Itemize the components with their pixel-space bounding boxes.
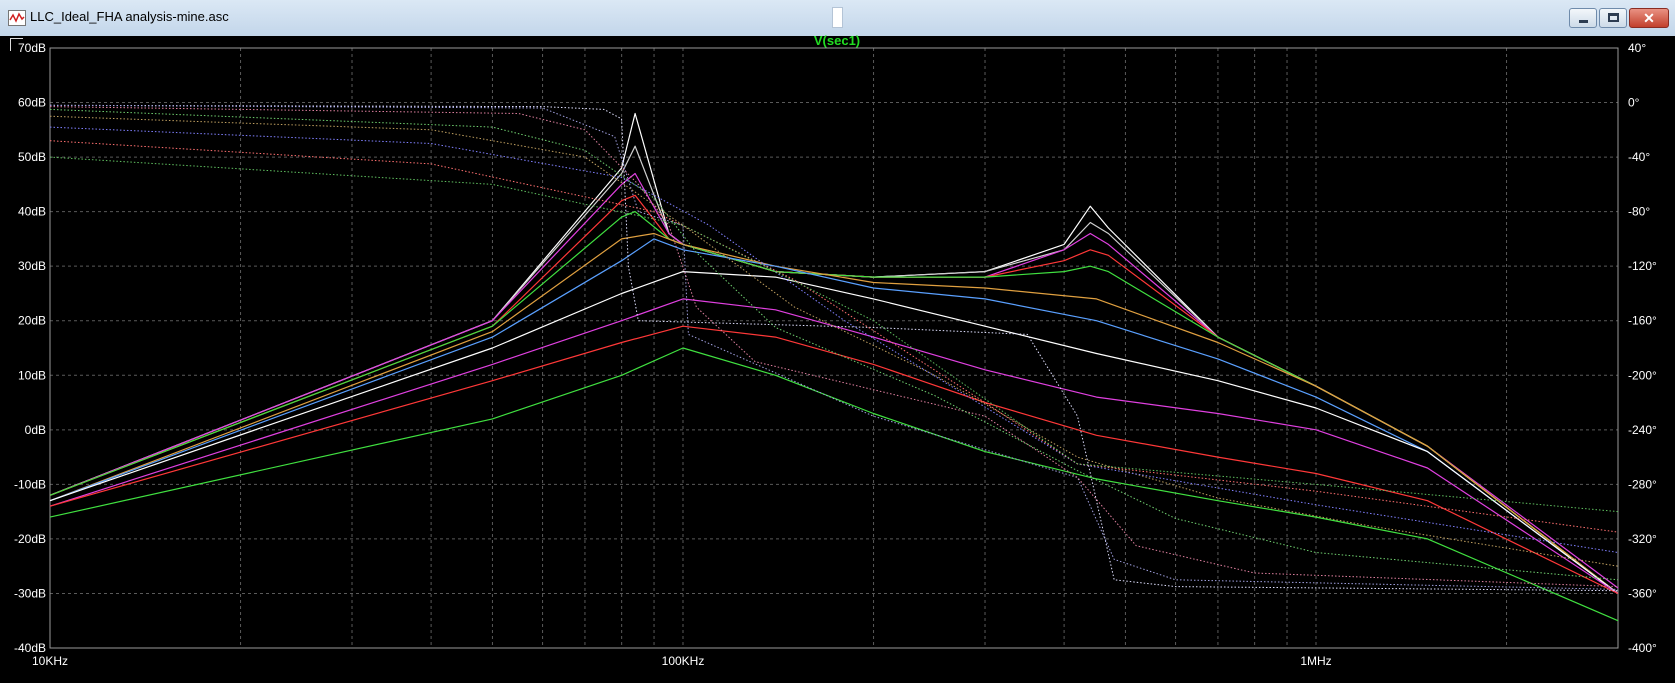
x-tick-label: 100KHz	[662, 654, 705, 668]
phase-trace	[49, 115, 1619, 567]
y2-tick-label: -120°	[1628, 259, 1657, 273]
y2-tick-label: -40°	[1628, 150, 1650, 164]
magnitude-trace	[49, 172, 1619, 589]
phase-trace	[49, 106, 1619, 588]
x-tick-label: 10KHz	[32, 654, 68, 668]
y-tick-label: -20dB	[14, 532, 46, 546]
y-tick-label: -10dB	[14, 477, 46, 491]
phase-trace	[49, 104, 1619, 590]
magnitude-trace	[49, 271, 1619, 594]
y2-tick-label: 0°	[1628, 96, 1640, 110]
y2-tick-label: -80°	[1628, 205, 1650, 219]
bode-plot-chart[interactable]: 70dB 60dB 50dB 40dB 30dB 20dB 10dB 0dB -10dB -20d…	[0, 0, 1675, 683]
y-tick-label: 30dB	[18, 259, 46, 273]
y-tick-label: 0dB	[25, 423, 46, 437]
magnitude-trace	[49, 145, 1619, 594]
trace-layer	[49, 104, 1619, 622]
magnitude-trace	[49, 194, 1619, 594]
y-tick-label: 20dB	[18, 314, 46, 328]
phase-trace	[49, 126, 1619, 553]
grid-layer	[49, 47, 1619, 649]
y-tick-label: 40dB	[18, 205, 46, 219]
y-tick-label: -40dB	[14, 641, 46, 655]
phase-trace	[49, 104, 1619, 592]
phase-trace	[49, 156, 1619, 513]
axis-label-layer: 70dB 60dB 50dB 40dB 30dB 20dB 10dB 0dB -10dB -20d…	[14, 41, 1657, 668]
y2-tick-label: -160°	[1628, 314, 1657, 328]
magnitude-trace	[49, 298, 1619, 595]
y2-tick-label: -360°	[1628, 586, 1657, 600]
y-tick-label: 10dB	[18, 368, 46, 382]
x-tick-label: 1MHz	[1300, 654, 1331, 668]
y2-tick-label: -400°	[1628, 641, 1657, 655]
plot-border	[49, 47, 1619, 649]
magnitude-trace	[49, 325, 1619, 595]
y2-tick-label: 40°	[1628, 41, 1646, 55]
y2-tick-label: -280°	[1628, 477, 1657, 491]
y2-tick-label: -320°	[1628, 532, 1657, 546]
y-tick-label: 60dB	[18, 96, 46, 110]
y-tick-label: -30dB	[14, 586, 46, 600]
chart-title: V(sec1)	[814, 33, 860, 48]
y2-tick-label: -200°	[1628, 368, 1657, 382]
y-tick-label: 70dB	[18, 41, 46, 55]
phase-trace	[49, 108, 1619, 581]
phase-trace	[49, 140, 1619, 533]
magnitude-trace	[49, 238, 1619, 594]
y-tick-label: 50dB	[18, 150, 46, 164]
y2-tick-label: -240°	[1628, 423, 1657, 437]
